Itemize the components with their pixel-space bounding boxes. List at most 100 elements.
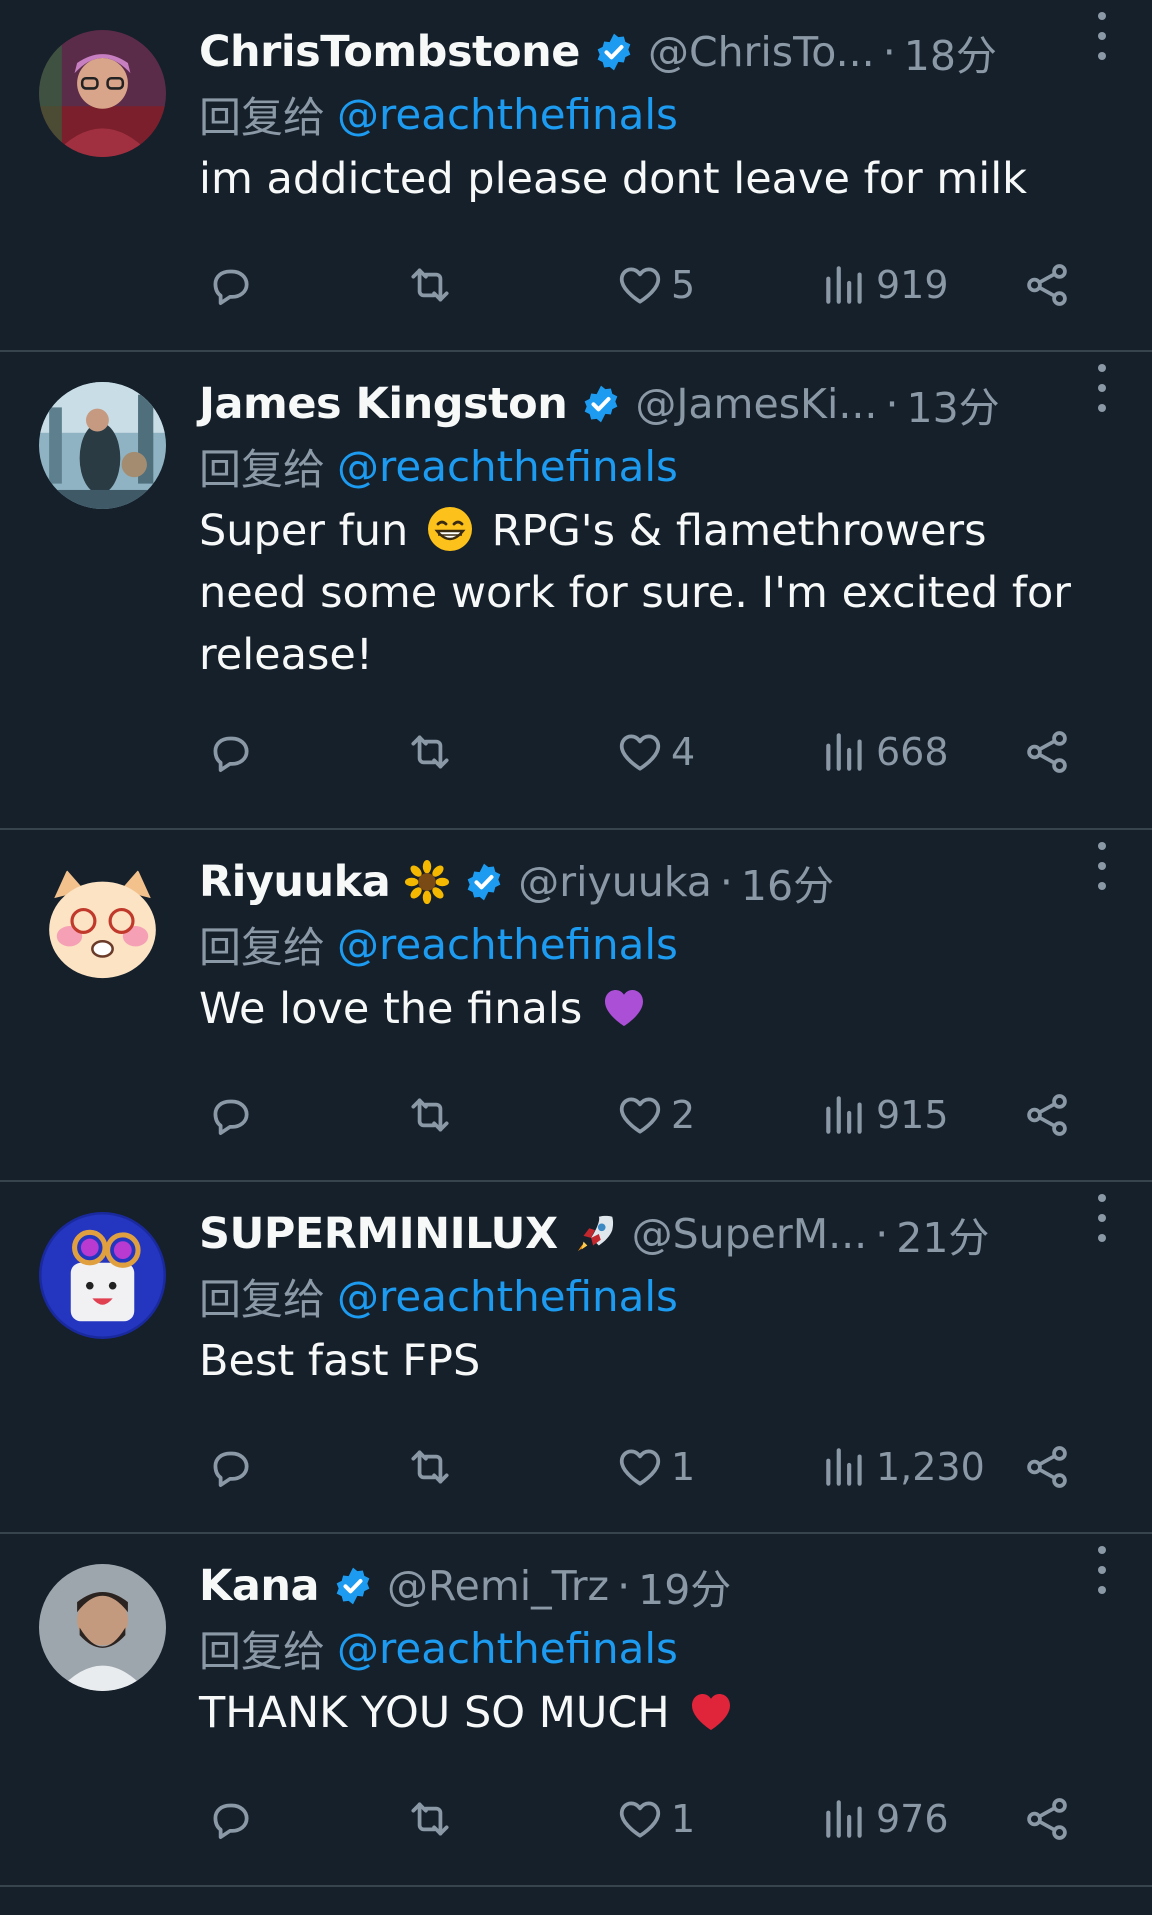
more-options-icon[interactable] [1090, 364, 1114, 412]
more-options-icon[interactable] [1090, 1194, 1114, 1242]
views-chart-icon [820, 1794, 870, 1844]
reply-button[interactable] [205, 255, 255, 315]
display-name[interactable]: Riyuuka [199, 857, 391, 907]
display-name[interactable]: Kana [199, 1561, 319, 1611]
views-button[interactable]: 668 [820, 722, 949, 782]
views-button[interactable]: 1,230 [820, 1437, 985, 1497]
user-handle[interactable]: @riyuuka [518, 858, 712, 906]
reply-target-link[interactable]: @reachthefinals [337, 920, 678, 969]
reply-button[interactable] [205, 1789, 255, 1849]
more-options-icon[interactable] [1090, 842, 1114, 890]
reply-target-link[interactable]: @reachthefinals [337, 1624, 678, 1673]
like-button[interactable]: 5 [615, 255, 695, 315]
like-button[interactable]: 1 [615, 1437, 695, 1497]
views-chart-icon [820, 727, 870, 777]
retweet-button[interactable] [405, 255, 455, 315]
timestamp[interactable]: 18分 [904, 22, 997, 82]
share-button[interactable] [1022, 1437, 1072, 1497]
avatar[interactable] [39, 1212, 166, 1339]
reply-button[interactable] [205, 1085, 255, 1145]
share-icon [1022, 260, 1072, 310]
tweet[interactable]: James Kingston @JamesKi... · 13分 回复给 @re… [0, 352, 1152, 830]
share-button[interactable] [1022, 722, 1072, 782]
avatar[interactable] [39, 30, 166, 157]
avatar[interactable] [39, 1564, 166, 1691]
share-button[interactable] [1022, 255, 1072, 315]
display-name[interactable]: ChrisTombstone [199, 27, 580, 77]
separator-dot: · [719, 858, 733, 906]
display-name[interactable]: SUPERMINILUX [199, 1209, 558, 1259]
retweet-button[interactable] [405, 1789, 455, 1849]
user-handle[interactable]: @SuperM... [632, 1210, 868, 1258]
tweet[interactable]: Kana @Remi_Trz · 19分 回复给 @reachthefinals… [0, 1534, 1152, 1887]
timestamp[interactable]: 19分 [638, 1556, 731, 1616]
verified-badge-icon [594, 32, 634, 72]
purple-heart-emoji [600, 983, 648, 1031]
views-button[interactable]: 976 [820, 1789, 949, 1849]
view-count: 668 [876, 730, 949, 774]
tweet-text-content: Best fast FPS [199, 1336, 481, 1386]
heart-icon [615, 1090, 665, 1140]
views-chart-icon [820, 260, 870, 310]
reply-icon [205, 260, 255, 310]
avatar[interactable] [39, 860, 166, 987]
user-handle[interactable]: @Remi_Trz [387, 1562, 609, 1610]
retweet-icon [405, 1794, 455, 1844]
timestamp[interactable]: 21分 [896, 1204, 989, 1264]
like-count: 4 [671, 730, 696, 774]
tweet-text: Best fast FPS [199, 1330, 1099, 1392]
timestamp[interactable]: 16分 [741, 852, 834, 912]
share-button[interactable] [1022, 1789, 1072, 1849]
share-icon [1022, 1442, 1072, 1492]
verified-badge-icon [464, 862, 504, 902]
reply-button[interactable] [205, 1437, 255, 1497]
views-button[interactable]: 915 [820, 1085, 949, 1145]
action-bar: 1 976 [0, 1789, 1152, 1849]
retweet-button[interactable] [405, 722, 455, 782]
timestamp[interactable]: 13分 [906, 374, 999, 434]
views-button[interactable]: 919 [820, 255, 949, 315]
rocket-emoji [572, 1211, 618, 1257]
tweet[interactable]: Riyuuka @riyuuka · 16分 回复给 @reachthefina… [0, 830, 1152, 1182]
view-count: 1,230 [876, 1445, 985, 1489]
separator-dot: · [885, 380, 899, 428]
view-count: 915 [876, 1093, 949, 1137]
reply-icon [205, 727, 255, 777]
share-icon [1022, 727, 1072, 777]
action-bar: 4 668 [0, 722, 1152, 782]
more-options-icon[interactable] [1090, 1546, 1114, 1594]
display-name[interactable]: James Kingston [199, 379, 568, 429]
share-button[interactable] [1022, 1085, 1072, 1145]
verified-badge-icon [333, 1566, 373, 1606]
reply-context: 回复给 @reachthefinals [199, 1616, 1152, 1680]
reply-target-link[interactable]: @reachthefinals [337, 442, 678, 491]
user-handle[interactable]: @ChrisTo... [648, 28, 875, 76]
user-handle[interactable]: @JamesKi... [635, 380, 877, 428]
like-count: 1 [671, 1445, 696, 1489]
retweet-icon [405, 260, 455, 310]
tweet-text: THANK YOU SO MUCH [199, 1682, 1099, 1744]
tweet-text: im addicted please dont leave for milk [199, 148, 1099, 210]
reply-prefix: 回复给 [199, 1626, 326, 1676]
tweet[interactable]: ChrisTombstone @ChrisTo... · 18分 回复给 @re… [0, 0, 1152, 352]
tweet-text-content: im addicted please dont leave for milk [199, 154, 1028, 204]
avatar[interactable] [39, 382, 166, 509]
more-options-icon[interactable] [1090, 12, 1114, 60]
view-count: 919 [876, 263, 949, 307]
reply-button[interactable] [205, 722, 255, 782]
retweet-button[interactable] [405, 1085, 455, 1145]
retweet-button[interactable] [405, 1437, 455, 1497]
like-button[interactable]: 2 [615, 1085, 695, 1145]
reply-target-link[interactable]: @reachthefinals [337, 1272, 678, 1321]
action-bar: 2 915 [0, 1085, 1152, 1145]
tweet[interactable]: SUPERMINILUX @SuperM... · 21分 回复给 @reach… [0, 1182, 1152, 1534]
reply-icon [205, 1090, 255, 1140]
grinning-face-emoji [426, 505, 474, 553]
reply-target-link[interactable]: @reachthefinals [337, 90, 678, 139]
views-chart-icon [820, 1442, 870, 1492]
views-chart-icon [820, 1090, 870, 1140]
tweet-text-content: We love the finals [199, 984, 583, 1034]
verified-badge-icon [581, 384, 621, 424]
like-button[interactable]: 1 [615, 1789, 695, 1849]
like-button[interactable]: 4 [615, 722, 695, 782]
